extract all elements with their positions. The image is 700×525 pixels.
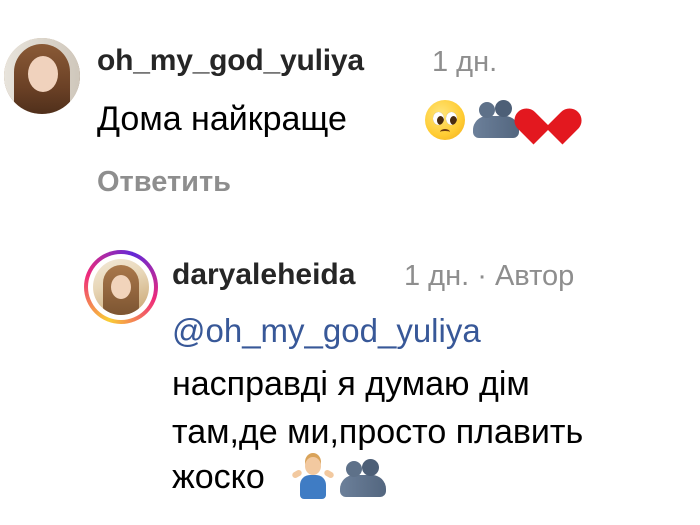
reply-timestamp-author: 1 дн. · Автор (404, 260, 575, 292)
comment: oh_my_god_yuliya 1 дн. Дома найкраще Отв… (0, 0, 700, 215)
reply-button[interactable]: Ответить (97, 166, 231, 199)
reply-text-line: там,де ми,просто плавить (172, 413, 584, 451)
person-shrugging-icon (291, 457, 335, 501)
reply-emojis (291, 455, 386, 503)
avatar-face (28, 56, 58, 92)
pleading-face-icon (425, 100, 465, 140)
reply-username[interactable]: daryaleheida (172, 258, 355, 292)
people-hugging-icon (340, 459, 386, 499)
people-hugging-icon (473, 100, 519, 140)
comment-emojis (425, 97, 587, 145)
comment-text: Дома найкраще (97, 100, 347, 138)
avatar[interactable] (4, 38, 80, 114)
comment-username[interactable]: oh_my_god_yuliya (97, 44, 364, 78)
reply-avatar[interactable] (84, 250, 158, 324)
mention-link[interactable]: @oh_my_god_yuliya (172, 312, 481, 350)
comment-timestamp: 1 дн. (432, 46, 498, 78)
reply-avatar-photo (93, 259, 149, 315)
reply-text-line: жоско (172, 458, 265, 496)
comments-screen: oh_my_god_yuliya 1 дн. Дома найкраще Отв… (0, 0, 700, 525)
red-heart-icon (509, 100, 587, 145)
reply-text-line: насправді я думаю дім (172, 365, 530, 403)
